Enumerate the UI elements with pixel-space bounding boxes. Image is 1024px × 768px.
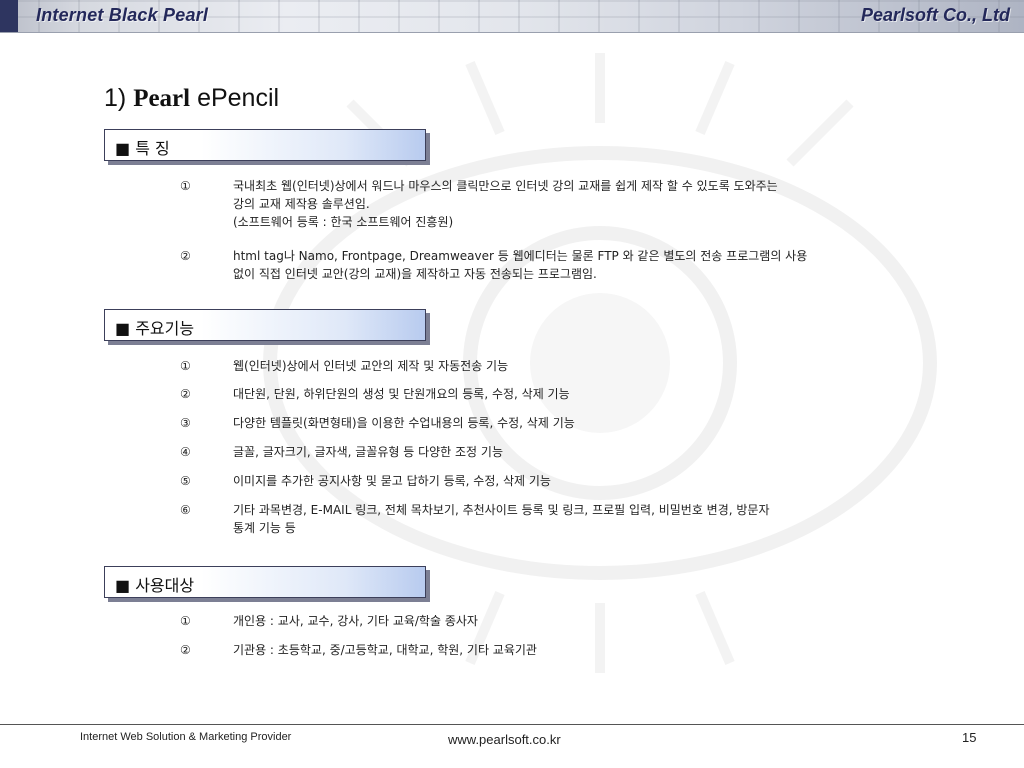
section-heading-target-users: ■ 사용대상	[104, 566, 426, 598]
section-label: ■ 주요기능	[115, 319, 195, 338]
item-line: 개인용 : 교사, 교수, 강사, 기타 교육/학술 종사자	[233, 614, 478, 628]
header-banner: Internet Black Pearl Pearlsoft Co., Ltd	[0, 0, 1024, 33]
item-number: ②	[180, 249, 191, 263]
item-text: 기타 과목변경, E-MAIL 링크, 전체 목차보기, 추천사이트 등록 및 …	[233, 501, 933, 537]
item-line: 글꼴, 글자크기, 글자색, 글꼴유형 등 다양한 조정 기능	[233, 445, 503, 459]
page-number: 15	[962, 730, 977, 745]
item-number: ②	[180, 387, 191, 401]
item-line: html tag나 Namo, Frontpage, Dreamweaver 등…	[233, 249, 808, 263]
item-line: 기타 과목변경, E-MAIL 링크, 전체 목차보기, 추천사이트 등록 및 …	[233, 503, 770, 517]
section-label: ■ 사용대상	[115, 576, 195, 595]
item-text: 기관용 : 초등학교, 중/고등학교, 대학교, 학원, 기타 교육기관	[233, 641, 933, 659]
banner-product-name: Internet Black Pearl	[36, 5, 209, 25]
item-line: 강의 교재 제작용 솔루션임.	[233, 197, 370, 211]
item-text: 다양한 템플릿(화면형태)을 이용한 수업내용의 등록, 수정, 삭제 기능	[233, 414, 933, 432]
footer-website: www.pearlsoft.co.kr	[448, 732, 561, 747]
item-line: 기관용 : 초등학교, 중/고등학교, 대학교, 학원, 기타 교육기관	[233, 643, 537, 657]
item-number: ⑥	[180, 503, 191, 517]
banner-company-name: Pearlsoft Co., Ltd	[860, 5, 1010, 25]
item-line: 대단원, 단원, 하위단원의 생성 및 단원개요의 등록, 수정, 삭제 기능	[233, 387, 570, 401]
item-text: 대단원, 단원, 하위단원의 생성 및 단원개요의 등록, 수정, 삭제 기능	[233, 385, 933, 403]
item-number: ④	[180, 445, 191, 459]
item-text: 개인용 : 교사, 교수, 강사, 기타 교육/학술 종사자	[233, 612, 933, 630]
page-title: 1) Pearl ePencil	[104, 84, 279, 113]
section-heading-main-functions: ■ 주요기능	[104, 309, 426, 341]
footer-tagline: Internet Web Solution & Marketing Provid…	[80, 731, 292, 743]
title-number: 1)	[104, 84, 127, 112]
item-text: 웹(인터넷)상에서 인터넷 교안의 제작 및 자동전송 기능	[233, 357, 933, 375]
item-number: ③	[180, 416, 191, 430]
footer-divider	[0, 724, 1024, 725]
title-product: ePencil	[197, 84, 280, 112]
item-text: html tag나 Namo, Frontpage, Dreamweaver 등…	[233, 247, 933, 283]
item-line: 없이 직접 인터넷 교안(강의 교재)을 제작하고 자동 전송되는 프로그램임.	[233, 267, 597, 281]
item-text: 이미지를 추가한 공지사항 및 묻고 답하기 등록, 수정, 삭제 기능	[233, 472, 933, 490]
item-number: ①	[180, 614, 191, 628]
item-line: 이미지를 추가한 공지사항 및 묻고 답하기 등록, 수정, 삭제 기능	[233, 474, 551, 488]
item-number: ①	[180, 179, 191, 193]
item-number: ②	[180, 643, 191, 657]
item-line: 국내최초 웹(인터넷)상에서 워드나 마우스의 클릭만으로 인터넷 강의 교재를…	[233, 179, 778, 193]
item-line: (소프트웨어 등록 : 한국 소프트웨어 진흥원)	[233, 215, 454, 229]
item-text: 국내최초 웹(인터넷)상에서 워드나 마우스의 클릭만으로 인터넷 강의 교재를…	[233, 177, 933, 231]
item-number: ①	[180, 359, 191, 373]
item-line: 다양한 템플릿(화면형태)을 이용한 수업내용의 등록, 수정, 삭제 기능	[233, 416, 575, 430]
item-line: 통계 기능 등	[233, 521, 296, 535]
item-number: ⑤	[180, 474, 191, 488]
item-text: 글꼴, 글자크기, 글자색, 글꼴유형 등 다양한 조정 기능	[233, 443, 933, 461]
banner-accent-block	[0, 0, 18, 32]
title-brand: Pearl	[133, 85, 191, 112]
item-line: 웹(인터넷)상에서 인터넷 교안의 제작 및 자동전송 기능	[233, 359, 509, 373]
section-heading-features: ■ 특 징	[104, 129, 426, 161]
section-label: ■ 특 징	[115, 139, 170, 158]
